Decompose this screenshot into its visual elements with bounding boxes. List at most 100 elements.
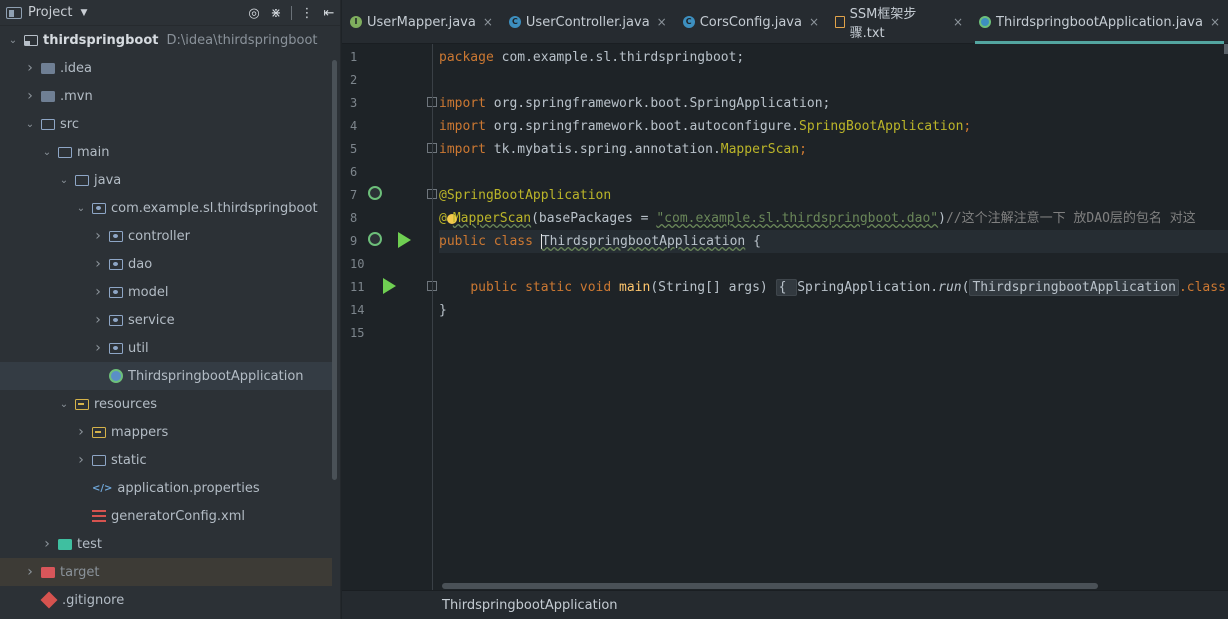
line-number[interactable]: 9 xyxy=(350,234,370,248)
code-line-8[interactable]: @ MapperScan(basePackages = "com.example.… xyxy=(439,207,1196,230)
code-text: ) xyxy=(938,211,946,226)
chevron-right-icon[interactable]: › xyxy=(40,536,54,552)
line-number[interactable]: 14 xyxy=(350,303,370,317)
chevron-right-icon[interactable]: › xyxy=(91,256,105,272)
chevron-right-icon[interactable]: › xyxy=(23,60,37,76)
run-icon[interactable] xyxy=(398,232,411,248)
package-icon xyxy=(92,202,106,214)
chevron-right-icon[interactable]: › xyxy=(74,424,88,440)
more-options-icon[interactable]: ⋮ xyxy=(296,6,318,21)
chevron-down-icon[interactable]: ⌄ xyxy=(23,119,37,130)
editor-tab[interactable]: SSM框架步骤.txt × xyxy=(827,0,971,44)
tree-item[interactable]: ⌄ com.example.sl.thirdspringboot xyxy=(0,194,332,222)
tree-item[interactable]: ›generatorConfig.xml xyxy=(0,502,332,530)
line-number[interactable]: 6 xyxy=(350,165,370,179)
tree-item[interactable]: › test xyxy=(0,530,332,558)
chevron-down-icon[interactable]: ⌄ xyxy=(74,203,88,214)
spring-bean-icon[interactable] xyxy=(368,186,382,200)
project-title[interactable]: Project xyxy=(28,5,72,20)
breadcrumb-item[interactable]: ThirdspringbootApplication xyxy=(442,598,618,613)
close-icon[interactable]: × xyxy=(809,15,819,29)
chevron-right-icon[interactable]: › xyxy=(91,228,105,244)
tree-item[interactable]: ⌄ thirdspringboot D:\idea\thirdspringboot xyxy=(0,26,332,54)
tree-item[interactable]: › util xyxy=(0,334,332,362)
horizontal-scrollbar[interactable] xyxy=(442,583,1098,589)
code-view[interactable]: package com.example.sl.thirdspringboot; … xyxy=(439,44,1228,590)
close-icon[interactable]: × xyxy=(657,15,667,29)
chevron-down-icon[interactable]: ⌄ xyxy=(57,175,71,186)
collapse-all-icon[interactable]: ⋇ xyxy=(265,6,287,21)
close-icon[interactable]: × xyxy=(483,15,493,29)
close-icon[interactable]: × xyxy=(1210,15,1220,29)
project-tree[interactable]: ⌄ thirdspringboot D:\idea\thirdspringboot ›… xyxy=(0,26,332,614)
editor-tab[interactable]: C UserController.java × xyxy=(501,0,675,44)
chevron-right-icon[interactable]: › xyxy=(74,452,88,468)
line-number[interactable]: 2 xyxy=(350,73,370,87)
chevron-right-icon[interactable]: › xyxy=(91,284,105,300)
code-text: (basePackages = xyxy=(531,211,657,226)
code-line-4[interactable]: import org.springframework.boot.autoconf… xyxy=(439,115,971,138)
chevron-right-icon[interactable]: › xyxy=(23,564,37,580)
tree-item[interactable]: › .mvn xyxy=(0,82,332,110)
tree-item-label: resources xyxy=(94,396,158,412)
line-number[interactable]: 15 xyxy=(350,326,370,340)
tree-item[interactable]: › .idea xyxy=(0,54,332,82)
line-number[interactable]: 5 xyxy=(350,142,370,156)
tree-item-label: static xyxy=(111,452,147,468)
tree-item[interactable]: › service xyxy=(0,306,332,334)
tree-item[interactable]: ⌄ main xyxy=(0,138,332,166)
keyword: import xyxy=(439,142,486,157)
chevron-down-icon[interactable]: ⌄ xyxy=(40,147,54,158)
code-line-11[interactable]: public static void main(String[] args) {… xyxy=(439,276,1226,299)
line-number[interactable]: 7 xyxy=(350,188,370,202)
spring-bean-icon[interactable] xyxy=(368,232,382,246)
line-number[interactable]: 8 xyxy=(350,211,370,225)
locate-file-icon[interactable]: ◎ xyxy=(243,6,265,21)
tree-item-label: application.properties xyxy=(117,480,260,496)
code-line-3[interactable]: import org.springframework.boot.SpringAp… xyxy=(439,92,830,115)
chevron-down-icon[interactable]: ⌄ xyxy=(6,35,20,46)
tree-item[interactable]: › dao xyxy=(0,250,332,278)
folded-body[interactable]: { xyxy=(775,279,798,296)
line-number[interactable]: 11 xyxy=(350,280,370,294)
run-icon[interactable] xyxy=(383,278,396,294)
editor-tab[interactable]: I UserMapper.java × xyxy=(342,0,501,44)
code-line-1[interactable]: package com.example.sl.thirdspringboot; xyxy=(439,46,744,69)
interface-icon: I xyxy=(350,16,362,28)
code-line-5[interactable]: import tk.mybatis.spring.annotation.Mapp… xyxy=(439,138,807,161)
package-icon xyxy=(109,230,123,242)
keyword: public static void xyxy=(470,280,620,295)
tree-item[interactable]: › model xyxy=(0,278,332,306)
line-number[interactable]: 1 xyxy=(350,50,370,64)
tree-item[interactable]: ›.gitignore xyxy=(0,586,332,614)
line-number[interactable]: 4 xyxy=(350,119,370,133)
tree-item[interactable]: › target xyxy=(0,558,332,586)
code-line-7[interactable]: @SpringBootApplication xyxy=(439,184,611,207)
tree-item[interactable]: › static xyxy=(0,446,332,474)
code-line-14[interactable]: } xyxy=(439,299,447,322)
annotation: MapperScan xyxy=(452,211,532,226)
project-header[interactable]: Project ▼ ◎ ⋇ ⋮ ⇤ xyxy=(0,0,340,26)
chevron-right-icon[interactable]: › xyxy=(91,340,105,356)
tree-item[interactable]: › mappers xyxy=(0,418,332,446)
tree-item[interactable]: ›ThirdspringbootApplication xyxy=(0,362,332,390)
line-number[interactable]: 10 xyxy=(350,257,370,271)
chevron-right-icon[interactable]: › xyxy=(23,88,37,104)
editor-tab[interactable]: C CorsConfig.java × xyxy=(675,0,827,44)
editor-tab[interactable]: ThirdspringbootApplication.java × xyxy=(971,0,1228,44)
hide-panel-icon[interactable]: ⇤ xyxy=(318,6,340,21)
tree-item-label: .idea xyxy=(60,60,92,76)
close-icon[interactable]: × xyxy=(953,15,963,29)
chevron-right-icon[interactable]: › xyxy=(91,312,105,328)
tree-item[interactable]: ⌄ java xyxy=(0,166,332,194)
tree-item[interactable]: ›</>application.properties xyxy=(0,474,332,502)
chevron-down-icon[interactable]: ▼ xyxy=(80,8,87,18)
chevron-down-icon[interactable]: ⌄ xyxy=(57,399,71,410)
tree-item[interactable]: ⌄ src xyxy=(0,110,332,138)
line-number[interactable]: 3 xyxy=(350,96,370,110)
code-line-9[interactable]: public class ThirdspringbootApplication … xyxy=(439,230,1228,253)
tree-item[interactable]: ⌄ resources xyxy=(0,390,332,418)
error-stripe-marker[interactable] xyxy=(1224,44,1228,54)
tree-scrollbar[interactable] xyxy=(332,60,337,480)
tree-item[interactable]: › controller xyxy=(0,222,332,250)
